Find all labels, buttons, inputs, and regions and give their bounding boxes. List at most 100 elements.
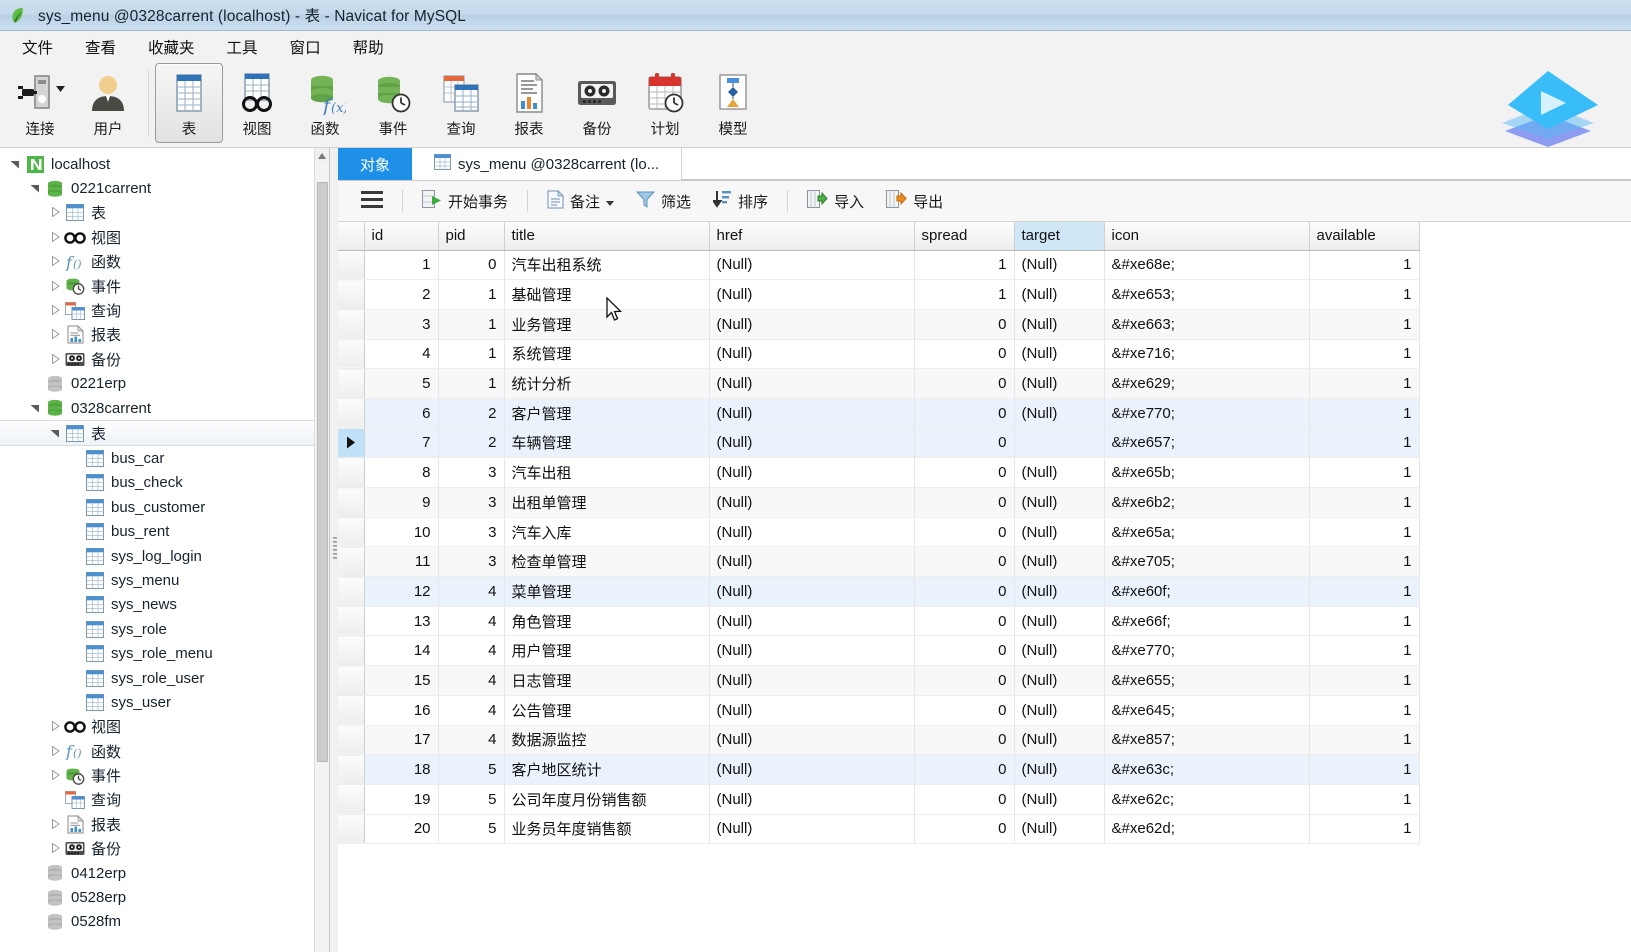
cell-spread[interactable]: 0 [914,457,1015,488]
tree-node-sys_role_menu[interactable]: sys_role_menu [0,641,329,665]
tree-node-0528fm[interactable]: 0528fm [0,910,329,934]
data-grid-container[interactable]: id pid title href spread target icon available … [338,222,1631,952]
cell-available[interactable]: 1 [1309,576,1420,607]
cell-title[interactable]: 系统管理 [504,339,710,370]
expander-collapsed-icon[interactable] [51,718,60,735]
table-row[interactable]: 8 3 汽车出租 (Null) 0 (Null) &#xe65b; 1 [338,457,1420,488]
cell-icon[interactable]: &#xe653; [1104,279,1310,310]
cell-id[interactable]: 17 [364,725,439,756]
chevron-down-icon[interactable] [606,193,615,210]
cell-pid[interactable]: 3 [438,546,505,578]
cell-spread[interactable]: 1 [914,279,1015,310]
cell-available[interactable]: 1 [1309,546,1420,578]
cell-target[interactable]: (Null) [1014,398,1105,429]
tree-node-sys_log_login[interactable]: sys_log_login [0,544,329,568]
cell-title[interactable]: 用户管理 [504,635,710,667]
table-row[interactable]: 12 4 菜单管理 (Null) 0 (Null) &#xe60f; 1 [338,576,1420,607]
cell-spread[interactable]: 0 [914,784,1015,815]
current-row-marker[interactable] [338,428,365,459]
cell-pid[interactable]: 4 [438,576,505,607]
cell-href[interactable]: (Null) [709,428,915,459]
cell-href[interactable]: (Null) [709,339,915,370]
cell-icon[interactable]: &#xe655; [1104,665,1310,696]
cell-target[interactable]: (Null) [1014,754,1105,785]
cell-pid[interactable]: 4 [438,725,505,756]
column-header-href[interactable]: href [709,222,915,251]
cell-icon[interactable]: &#xe705; [1104,546,1310,578]
cell-target[interactable]: (Null) [1014,606,1105,637]
scroll-up-arrow-icon[interactable] [315,148,329,163]
cell-pid[interactable]: 5 [438,754,505,785]
cell-icon[interactable]: &#xe629; [1104,368,1310,399]
row-marker[interactable] [338,398,365,429]
cell-title[interactable]: 客户管理 [504,398,710,429]
expander-expanded-icon[interactable] [10,156,20,173]
cell-id[interactable]: 14 [364,635,439,667]
tree-node-sys_user[interactable]: sys_user [0,690,329,714]
ribbon-report[interactable]: 报表 [495,63,563,143]
ribbon-table[interactable]: 表 [155,63,223,143]
cell-id[interactable]: 3 [364,309,439,340]
cell-id[interactable]: 15 [364,665,439,696]
cell-target[interactable]: (Null) [1014,279,1105,310]
cell-spread[interactable]: 0 [914,814,1015,845]
cell-id[interactable]: 11 [364,546,439,578]
cell-href[interactable]: (Null) [709,754,915,785]
table-row[interactable]: 6 2 客户管理 (Null) 0 (Null) &#xe770; 1 [338,398,1420,429]
tab-objects[interactable]: 对象 [338,148,413,180]
cell-href[interactable]: (Null) [709,517,915,548]
cell-spread[interactable]: 0 [914,339,1015,370]
column-header-id[interactable]: id [364,222,439,251]
cell-pid[interactable]: 1 [438,339,505,370]
cell-id[interactable]: 1 [364,250,439,281]
column-header-title[interactable]: title [504,222,710,251]
table-row[interactable]: 15 4 日志管理 (Null) 0 (Null) &#xe655; 1 [338,665,1420,696]
row-marker[interactable] [338,695,365,726]
row-marker[interactable] [338,665,365,696]
tree-node-bus_customer[interactable]: bus_customer [0,495,329,519]
cell-target[interactable]: (Null) [1014,784,1105,815]
cell-spread[interactable]: 0 [914,635,1015,667]
cell-spread[interactable]: 0 [914,695,1015,726]
cell-title[interactable]: 菜单管理 [504,576,710,607]
import-button[interactable]: 导入 [796,185,875,217]
cell-pid[interactable]: 4 [438,665,505,696]
row-marker[interactable] [338,279,365,310]
column-header-available[interactable]: available [1309,222,1420,251]
row-marker[interactable] [338,546,365,578]
table-row[interactable]: 10 3 汽车入库 (Null) 0 (Null) &#xe65a; 1 [338,517,1420,548]
column-header-icon[interactable]: icon [1104,222,1310,251]
cell-icon[interactable]: &#xe857; [1104,725,1310,756]
cell-pid[interactable]: 1 [438,368,505,399]
cell-available[interactable]: 1 [1309,368,1420,399]
table-row[interactable]: 4 1 系统管理 (Null) 0 (Null) &#xe716; 1 [338,339,1420,370]
cell-available[interactable]: 1 [1309,665,1420,696]
cell-spread[interactable]: 0 [914,725,1015,756]
cell-title[interactable]: 业务员年度销售额 [504,814,710,845]
expander-collapsed-icon[interactable] [51,302,60,319]
cell-id[interactable]: 5 [364,368,439,399]
note-button[interactable]: 备注 [536,185,625,218]
tree-node--[interactable]: 视图 [0,225,329,249]
cell-target[interactable]: (Null) [1014,487,1105,518]
cell-pid[interactable]: 3 [438,487,505,518]
cell-available[interactable]: 1 [1309,814,1420,845]
cell-icon[interactable]: &#xe770; [1104,635,1310,667]
table-row[interactable]: 17 4 数据源监控 (Null) 0 (Null) &#xe857; 1 [338,725,1420,756]
cell-available[interactable]: 1 [1309,606,1420,637]
cell-title[interactable]: 数据源监控 [504,725,710,756]
cell-id[interactable]: 18 [364,754,439,785]
ribbon-backup[interactable]: 备份 [563,63,631,143]
table-row[interactable]: 14 4 用户管理 (Null) 0 (Null) &#xe770; 1 [338,635,1420,667]
cell-available[interactable]: 1 [1309,487,1420,518]
cell-title[interactable]: 汽车出租 [504,457,710,488]
menu-tools[interactable]: 工具 [211,32,274,62]
table-row[interactable]: 11 3 检查单管理 (Null) 0 (Null) &#xe705; 1 [338,546,1420,578]
pane-splitter[interactable] [330,148,338,952]
expander-collapsed-icon[interactable] [51,767,60,784]
expander-collapsed-icon[interactable] [51,351,60,368]
table-row[interactable]: 2 1 基础管理 (Null) 1 (Null) &#xe653; 1 [338,279,1420,310]
tree-node--[interactable]: 查询 [0,298,329,322]
cell-icon[interactable]: &#xe770; [1104,398,1310,429]
expander-expanded-icon[interactable] [30,400,40,417]
